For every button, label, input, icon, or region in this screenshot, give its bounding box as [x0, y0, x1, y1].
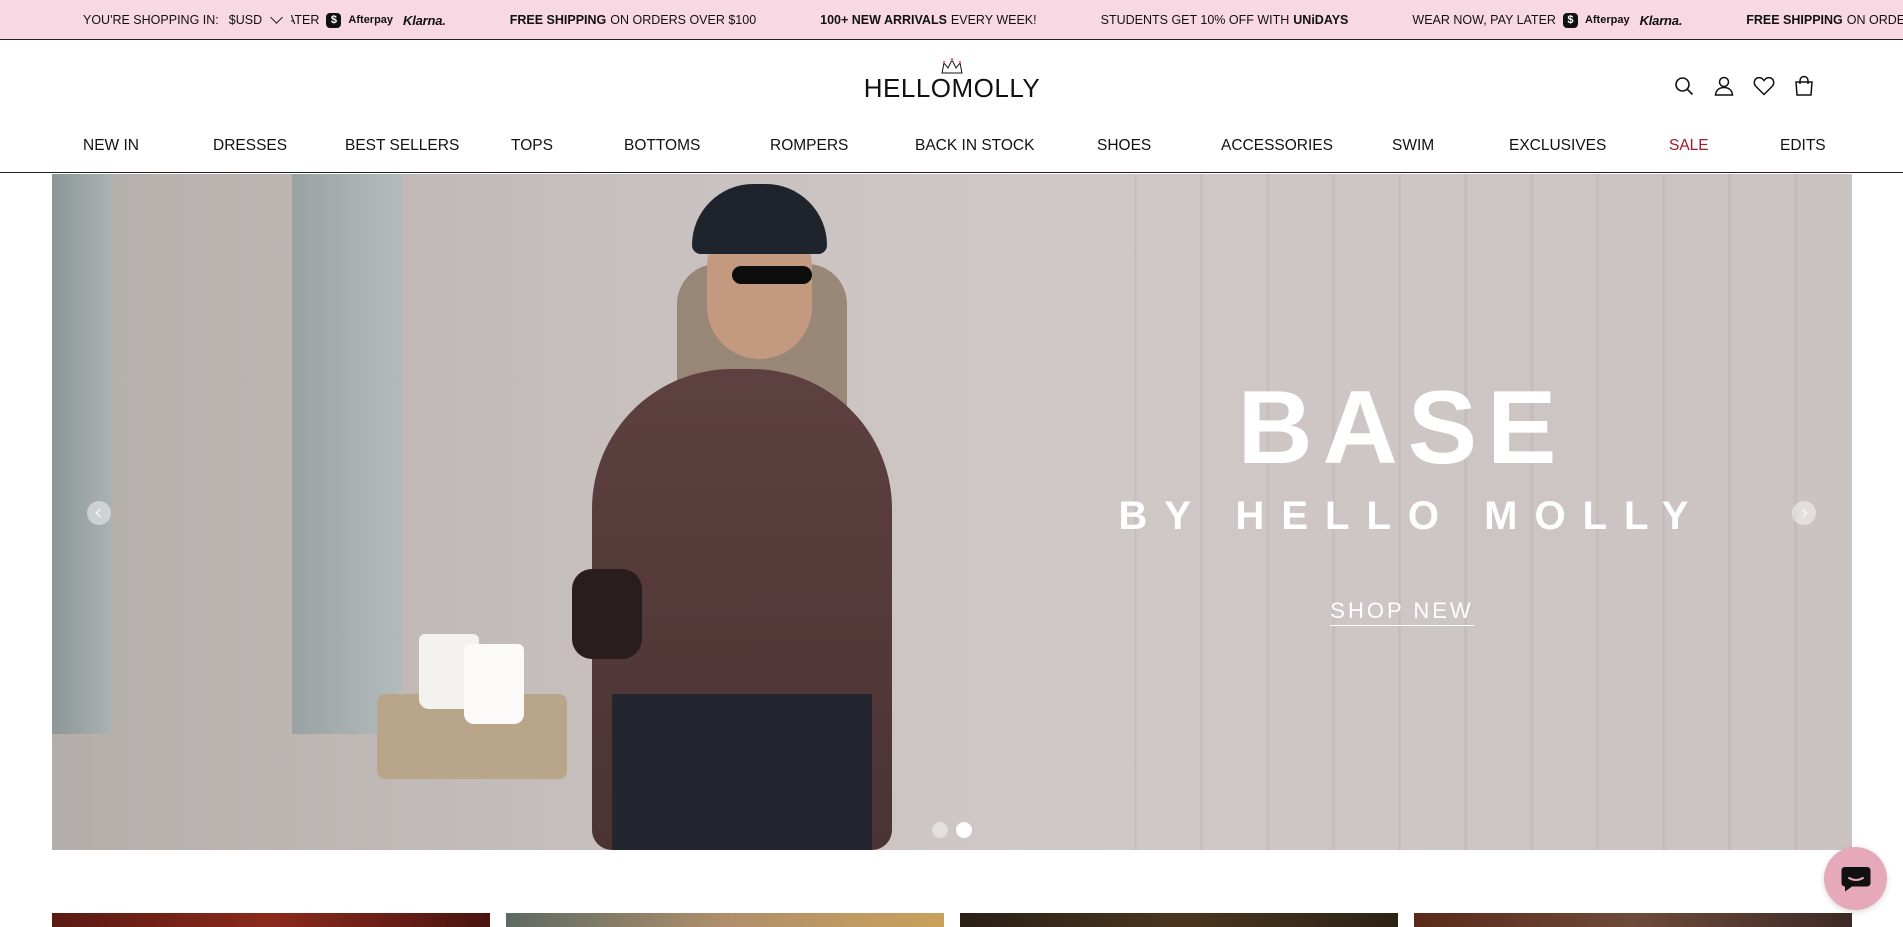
- nav-item-swim[interactable]: SWIM: [1392, 137, 1434, 155]
- hero-model-jeans: [612, 694, 872, 850]
- slider-prev-button[interactable]: [87, 501, 111, 525]
- slider-next-button[interactable]: [1792, 501, 1816, 525]
- nav-item-dresses[interactable]: DRESSES: [213, 137, 287, 155]
- currency-value: $USD: [228, 13, 263, 27]
- announcement-item: FREE SHIPPINGON ORDERS O: [1746, 13, 1903, 27]
- announcement-text: EVERY WEEK!: [950, 13, 1037, 27]
- announcement-ticker: ATER $ Afterpay Klarna. FREE SHIPPING ON ORDE…: [287, 0, 1903, 39]
- category-tile[interactable]: [52, 913, 490, 927]
- nav-item-tops[interactable]: TOPS: [511, 137, 553, 155]
- afterpay-icon: $: [326, 12, 342, 28]
- category-tile[interactable]: [1414, 913, 1852, 927]
- hero-coffee-cup: [464, 644, 524, 724]
- afterpay-logo: Afterpay: [348, 14, 394, 26]
- chevron-left-icon: [95, 508, 105, 518]
- currency-dropdown[interactable]: $USD: [228, 11, 283, 27]
- announcement-item: ATER $ Afterpay Klarna.: [287, 12, 446, 28]
- category-tiles: [52, 913, 1852, 927]
- announcement-text: ATER: [287, 13, 320, 27]
- cart-icon[interactable]: [1793, 75, 1815, 97]
- nav-item-bottoms[interactable]: BOTTOMS: [624, 137, 700, 155]
- nav-item-exclusives[interactable]: EXCLUSIVES: [1509, 137, 1606, 155]
- chat-button[interactable]: [1824, 847, 1887, 910]
- announcement-item: FREE SHIPPING ON ORDERS OVER $100: [510, 13, 756, 27]
- header-icons: [1673, 75, 1815, 97]
- hero-subtitle: BY HELLO MOLLY: [1118, 494, 1706, 538]
- chat-icon: [1841, 866, 1870, 891]
- nav-item-new-in[interactable]: NEW IN: [83, 137, 139, 155]
- slider-pagination: [932, 822, 972, 838]
- announcement-text: WEAR NOW, PAY LATER: [1412, 13, 1556, 27]
- currency-label: YOU'RE SHOPPING IN:: [83, 13, 219, 27]
- announcement-highlight: FREE SHIPPING: [509, 13, 607, 27]
- hero-model-sunglasses: [732, 266, 812, 284]
- klarna-logo: Klarna.: [403, 12, 446, 28]
- hero-title: BASE: [1237, 370, 1567, 486]
- shop-new-button[interactable]: SHOP NEW: [1272, 598, 1532, 626]
- announcement-highlight: 100+ NEW ARRIVALS: [820, 13, 947, 27]
- announcement-text: ON ORDERS O: [1846, 13, 1903, 27]
- chevron-down-icon: [270, 11, 283, 24]
- announcement-item: STUDENTS GET 10% OFF WITH UNiDAYS: [1101, 13, 1349, 27]
- announcement-item: WEAR NOW, PAY LATER $ Afterpay Klarna.: [1412, 12, 1683, 28]
- hero-banner[interactable]: BASE BY HELLO MOLLY SHOP NEW: [52, 174, 1852, 850]
- announcement-highlight: UNiDAYS: [1293, 13, 1349, 27]
- nav-item-accessories[interactable]: ACCESSORIES: [1221, 137, 1333, 155]
- klarna-logo: Klarna.: [1639, 12, 1683, 28]
- currency-selector[interactable]: YOU'RE SHOPPING IN: $USD: [83, 0, 292, 39]
- main-navigation: NEW IN DRESSES BEST SELLERS TOPS BOTTOMS…: [0, 137, 1903, 167]
- nav-item-back-in-stock[interactable]: BACK IN STOCK: [915, 137, 1034, 155]
- category-tile[interactable]: [960, 913, 1398, 927]
- slider-dot-active[interactable]: [956, 822, 972, 838]
- nav-item-rompers[interactable]: ROMPERS: [770, 137, 848, 155]
- site-logo[interactable]: HELLOMOLLY: [864, 57, 1040, 105]
- logo-wordmark: HELLOMOLLY: [863, 73, 1041, 103]
- announcement-text: STUDENTS GET 10% OFF WITH: [1100, 13, 1290, 27]
- slider-dot[interactable]: [932, 822, 948, 838]
- afterpay-logo: Afterpay: [1584, 14, 1630, 26]
- nav-item-edits[interactable]: EDITS: [1780, 137, 1826, 155]
- site-header: HELLOMOLLY NEW IN DRESSES BEST SELLERS T…: [0, 41, 1903, 173]
- chevron-right-icon: [1798, 508, 1808, 518]
- shop-new-label: SHOP NEW: [1330, 598, 1474, 626]
- announcement-item: 100+ NEW ARRIVALS EVERY WEEK!: [820, 13, 1036, 27]
- announcement-bar: YOU'RE SHOPPING IN: $USD ATER $ Afterpay Kl…: [0, 0, 1903, 40]
- search-icon[interactable]: [1673, 75, 1695, 97]
- hero-model-bag: [572, 569, 642, 659]
- announcement-text: ON ORDERS OVER $100: [610, 13, 757, 27]
- account-icon[interactable]: [1713, 75, 1735, 97]
- afterpay-icon: $: [1562, 12, 1578, 28]
- category-tile[interactable]: [506, 913, 944, 927]
- announcement-highlight: FREE SHIPPING: [1746, 13, 1843, 27]
- hero-window: [292, 174, 402, 734]
- wishlist-icon[interactable]: [1753, 75, 1775, 97]
- nav-item-shoes[interactable]: SHOES: [1097, 137, 1151, 155]
- nav-item-best-sellers[interactable]: BEST SELLERS: [345, 137, 459, 155]
- hero-window: [52, 174, 112, 734]
- nav-item-sale[interactable]: SALE: [1669, 137, 1709, 155]
